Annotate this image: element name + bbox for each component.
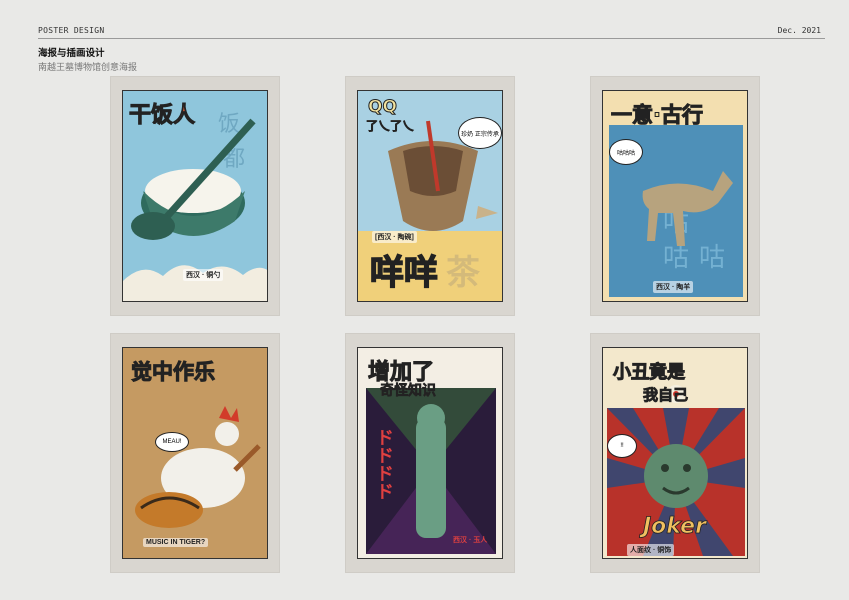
poster-mark-5: ドドドド: [373, 428, 394, 500]
poster-sub-5: 奇怪知识: [380, 383, 437, 400]
poster-card-4[interactable]: 觉中作乐 MEAU! MUSIC IN TIGER?: [110, 333, 280, 573]
poster-artwork-1: 饭 都 干饭人 西汉 · 铜勺: [122, 90, 268, 302]
header-date: Dec. 2021: [777, 26, 821, 35]
poster-artwork-6: 小丑竟是 我自己 !! Joker 人面纹 · 铜饰: [602, 347, 748, 559]
poster-bubble-3: 咕咕咕: [609, 139, 643, 165]
poster-artwork-4: 觉中作乐 MEAU! MUSIC IN TIGER?: [122, 347, 268, 559]
poster-caption-3: 西汉 · 陶羊: [653, 281, 694, 293]
poster-card-3[interactable]: 咕 咕 咕 一意·古行 咕咕咕 西汉 · 陶羊: [590, 76, 760, 316]
poster-card-6[interactable]: 小丑竟是 我自己 !! Joker 人面纹 · 铜饰: [590, 333, 760, 573]
poster-card-2[interactable]: QQ 了乀了乀 珍奶 正宗传承 [西汉 · 陶碗] 咩咩 茶: [345, 76, 515, 316]
page-title: 海报与插画设计: [38, 48, 105, 59]
poster-headline-3: 一意·古行: [611, 103, 704, 128]
poster-card-1[interactable]: 饭 都 干饭人 西汉 · 铜勺: [110, 76, 280, 316]
poster-bubble-6: !!: [607, 434, 637, 458]
poster-big-2: 咩咩: [369, 252, 439, 294]
svg-text:咕: 咕: [699, 243, 725, 273]
poster-headline-6b: 我自己: [643, 386, 689, 405]
poster-caption-5: 西汉 · 玉人: [453, 537, 488, 544]
poster-headline-4: 觉中作乐: [131, 360, 216, 385]
poster-bubble-4: MEAU!: [155, 432, 189, 452]
svg-text:咕: 咕: [663, 243, 689, 273]
poster-caption-1: 西汉 · 铜勺: [183, 269, 224, 281]
poster-big-faint-2: 茶: [446, 253, 480, 293]
poster-headline-1: 干饭人: [128, 103, 196, 129]
poster-headline-2a: QQ: [368, 97, 398, 118]
poster-artwork-2: QQ 了乀了乀 珍奶 正宗传承 [西汉 · 陶碗] 咩咩 茶: [357, 90, 503, 302]
poster-script-6: Joker: [643, 514, 707, 540]
header-left-label: POSTER DESIGN: [38, 26, 105, 35]
poster-artwork-3: 咕 咕 咕 一意·古行 咕咕咕 西汉 · 陶羊: [602, 90, 748, 302]
poster-caption-2: [西汉 · 陶碗]: [372, 231, 417, 243]
poster-caption-4: MUSIC IN TIGER?: [143, 538, 209, 547]
poster-bubble-2: 珍奶 正宗传承: [458, 117, 502, 149]
poster-card-5[interactable]: 增加了 奇怪知识 ドドドド 西汉 · 玉人: [345, 333, 515, 573]
poster-headline-6a: 小丑竟是: [613, 362, 686, 384]
svg-text:饭: 饭: [218, 112, 240, 137]
poster-caption-6: 人面纹 · 铜饰: [627, 544, 675, 556]
header-rule: [38, 38, 825, 39]
poster-artwork-5: 增加了 奇怪知识 ドドドド 西汉 · 玉人: [357, 347, 503, 559]
poster-headline-2b: 了乀了乀: [366, 119, 415, 134]
page-subtitle: 南越王墓博物馆创意海报: [38, 62, 138, 72]
